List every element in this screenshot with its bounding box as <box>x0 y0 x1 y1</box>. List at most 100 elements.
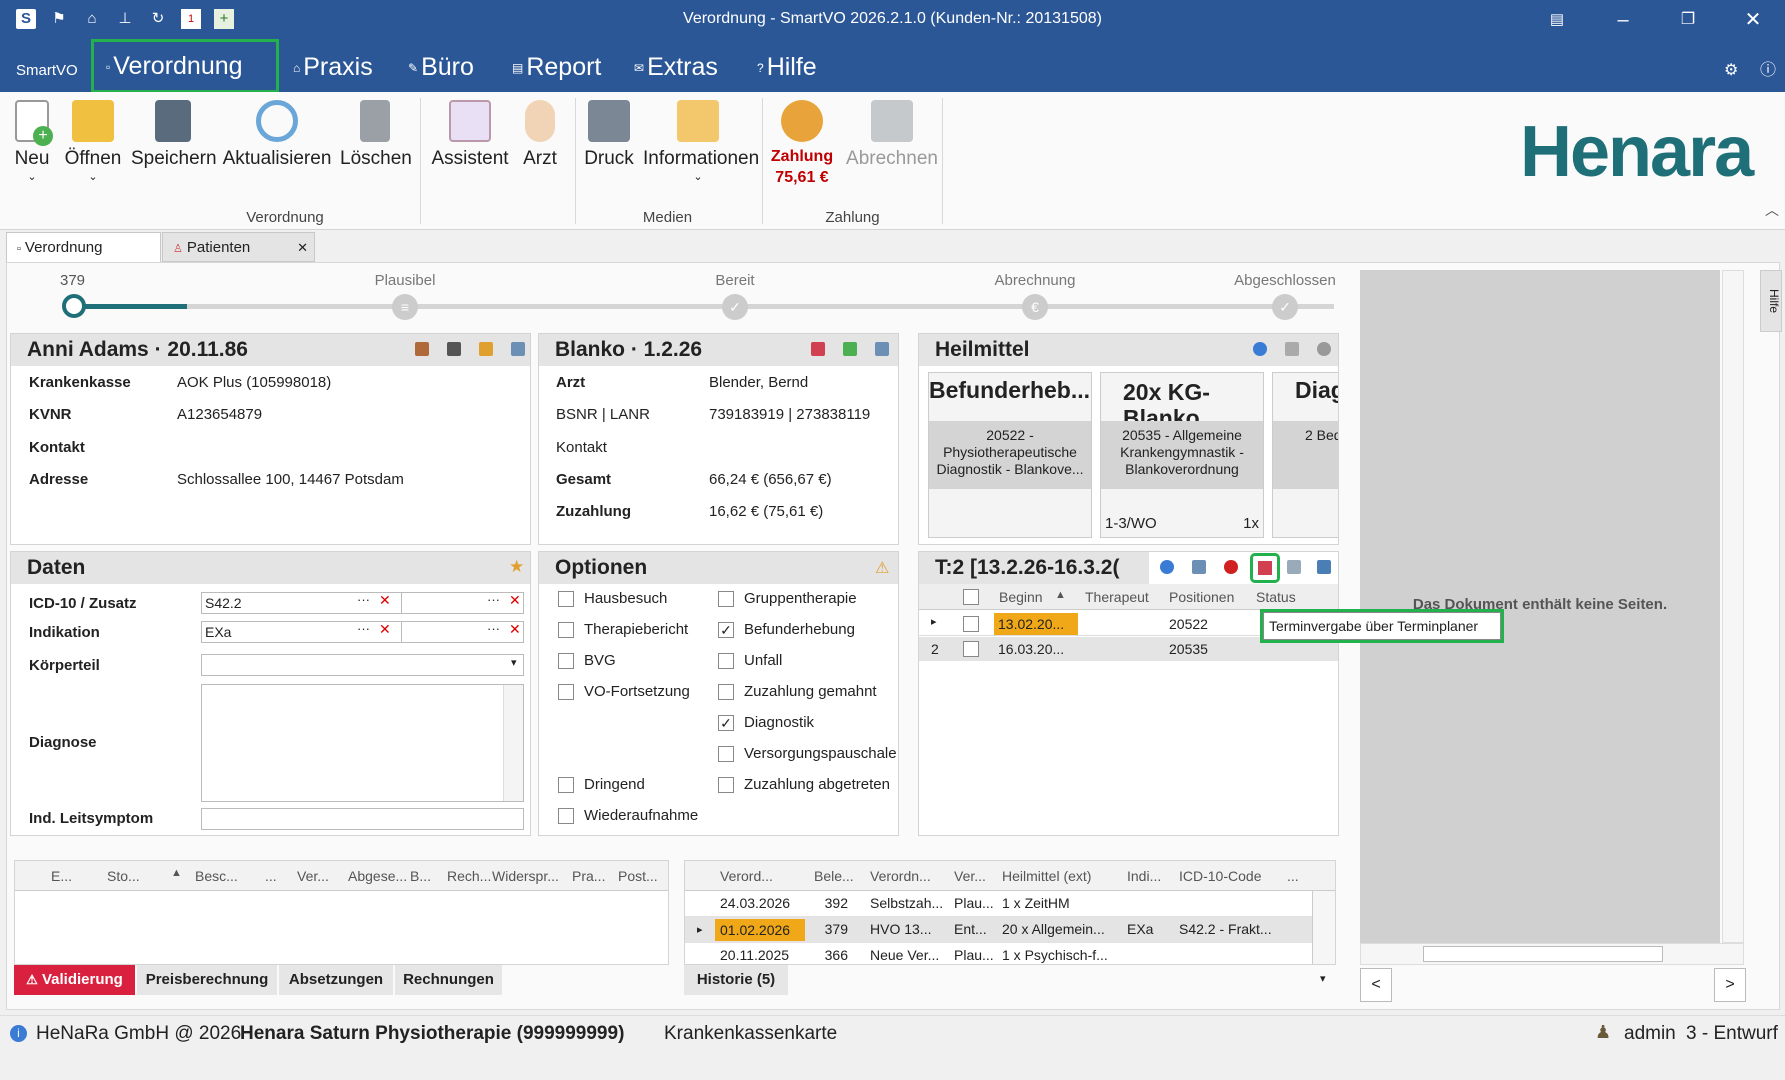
option-checkbox[interactable] <box>718 591 734 607</box>
column-header[interactable]: Indi... <box>1127 868 1161 884</box>
minimize-button[interactable]: – <box>1608 6 1638 34</box>
edit-icon[interactable] <box>1192 560 1206 574</box>
sync-icon[interactable] <box>843 342 857 356</box>
mail-icon[interactable] <box>1287 560 1301 574</box>
preview-vscroll[interactable] <box>1722 270 1744 943</box>
option-checkbox[interactable]: ✓ <box>718 622 734 638</box>
column-header[interactable]: Abgese... <box>348 868 407 884</box>
tab-rechnungen[interactable]: Rechnungen <box>395 965 502 995</box>
option-checkbox[interactable] <box>718 777 734 793</box>
add-icon[interactable] <box>1253 342 1267 356</box>
edit-icon[interactable] <box>1285 342 1299 356</box>
col-status[interactable]: Status <box>1256 589 1296 605</box>
more-icon[interactable]: ··· <box>487 621 500 636</box>
column-header[interactable]: Verordn... <box>870 868 931 884</box>
card-icon[interactable] <box>415 342 429 356</box>
more-icon[interactable]: ··· <box>487 592 500 607</box>
column-header[interactable]: Heilmittel (ext) <box>1002 868 1091 884</box>
tab-absetzungen[interactable]: Absetzungen <box>279 965 393 995</box>
column-header[interactable]: Post... <box>618 868 658 884</box>
koerperteil-select[interactable] <box>201 654 524 676</box>
indikation-zusatz-input[interactable] <box>401 621 524 643</box>
menu-smartvo[interactable]: SmartVO <box>16 54 78 88</box>
column-header[interactable]: Verord... <box>720 868 773 884</box>
icd-zusatz-input[interactable] <box>401 592 524 614</box>
option-checkbox[interactable] <box>718 746 734 762</box>
list-edit-icon[interactable] <box>447 342 461 356</box>
menu-buero[interactable]: ✎ Büro <box>408 50 474 84</box>
tab-historie[interactable]: Historie (5) <box>684 965 788 995</box>
aktualisieren-button[interactable]: Aktualisieren <box>222 100 332 170</box>
edit-icon[interactable] <box>875 342 889 356</box>
tab-verordnung[interactable]: ▫ Verordnung <box>6 232 161 262</box>
informationen-button[interactable]: Informationen ⌄ <box>643 100 759 183</box>
option-checkbox[interactable] <box>558 808 574 824</box>
menu-report[interactable]: ▤ Report <box>512 50 601 84</box>
historie-scrollbar[interactable] <box>1312 891 1335 964</box>
column-header[interactable]: Sto... <box>107 868 140 884</box>
layout-icon[interactable]: ▤ <box>1542 6 1572 34</box>
clear-icon[interactable]: ✕ <box>379 621 391 638</box>
star-icon[interactable]: ★ <box>509 557 524 577</box>
column-header[interactable]: ... <box>1287 868 1299 884</box>
diagnose-scrollbar[interactable] <box>503 685 523 801</box>
menu-hilfe[interactable]: ? Hilfe <box>757 50 817 84</box>
option-checkbox[interactable] <box>558 777 574 793</box>
column-header[interactable]: Besc... <box>195 868 238 884</box>
assistent-button[interactable]: Assistent <box>430 100 510 170</box>
close-tab-icon[interactable]: ✕ <box>297 233 308 263</box>
option-checkbox[interactable] <box>718 684 734 700</box>
info-icon[interactable]: ⓘ <box>1760 54 1776 88</box>
clear-icon[interactable]: ✕ <box>379 592 391 609</box>
column-header[interactable]: Bele... <box>814 868 854 884</box>
clear-icon[interactable]: ✕ <box>509 592 521 609</box>
close-button[interactable]: ✕ <box>1738 6 1768 34</box>
row-checkbox[interactable] <box>963 616 979 632</box>
option-checkbox[interactable] <box>558 653 574 669</box>
menu-verordnung[interactable]: ▫ Verordnung <box>91 39 279 93</box>
leitsymptom-input[interactable] <box>201 808 524 830</box>
column-header[interactable]: Ver... <box>297 868 329 884</box>
option-checkbox[interactable] <box>558 684 574 700</box>
icd-input[interactable]: S42.2 <box>201 592 407 614</box>
column-header[interactable]: B... <box>410 868 431 884</box>
list-icon[interactable] <box>1317 560 1331 574</box>
diagnose-textarea[interactable] <box>201 684 524 802</box>
column-header[interactable]: ICD-10-Code <box>1179 868 1261 884</box>
delete-icon[interactable] <box>1224 560 1238 574</box>
arzt-button[interactable]: Arzt <box>519 100 561 170</box>
edit-icon[interactable] <box>511 342 525 356</box>
add-icon[interactable] <box>1160 560 1174 574</box>
row-checkbox[interactable] <box>963 641 979 657</box>
dropdown-icon[interactable]: ▾ <box>511 656 517 669</box>
druck-button[interactable]: Druck <box>582 100 636 170</box>
tab-patienten[interactable]: ♙ Patienten ✕ <box>162 232 315 262</box>
option-checkbox[interactable] <box>718 653 734 669</box>
heilmittel-card[interactable]: Diag 2 Bedarfs Blanko <box>1272 372 1338 538</box>
neu-button[interactable]: + Neu ⌄ <box>10 100 54 183</box>
speichern-button[interactable]: Speichern <box>131 100 217 170</box>
next-page-button[interactable]: > <box>1714 968 1746 1002</box>
indikation-input[interactable]: EXa <box>201 621 407 643</box>
remove-icon[interactable] <box>1317 342 1331 356</box>
column-header[interactable]: Widerspr... <box>492 868 559 884</box>
settings-icon[interactable]: ⚙ <box>1724 54 1738 88</box>
terminplaner-button[interactable] <box>1250 553 1280 583</box>
option-checkbox[interactable] <box>558 622 574 638</box>
oeffnen-button[interactable]: Öffnen ⌄ <box>62 100 124 183</box>
abrechnen-button[interactable]: Abrechnen <box>842 100 942 170</box>
col-positionen[interactable]: Positionen <box>1169 589 1234 605</box>
hilfe-side-tab[interactable]: Hilfe <box>1760 270 1782 332</box>
loeschen-button[interactable]: Löschen <box>340 100 412 170</box>
scroll-thumb[interactable] <box>1423 946 1663 962</box>
option-checkbox[interactable] <box>558 591 574 607</box>
tag-icon[interactable] <box>479 342 493 356</box>
col-beginn[interactable]: Beginn <box>999 589 1043 605</box>
option-checkbox[interactable]: ✓ <box>718 715 734 731</box>
collapse-ribbon-icon[interactable]: ︿ <box>1765 200 1779 220</box>
table-row[interactable] <box>919 637 1338 661</box>
zahlung-button[interactable]: Zahlung 75,61 € <box>768 100 836 188</box>
menu-extras[interactable]: ✉ Extras <box>634 50 718 84</box>
heilmittel-card[interactable]: 20x KG-Blanko 20535 - Allgemeine Kranken… <box>1100 372 1264 538</box>
tab-validierung[interactable]: ⚠ Validierung <box>14 965 135 995</box>
